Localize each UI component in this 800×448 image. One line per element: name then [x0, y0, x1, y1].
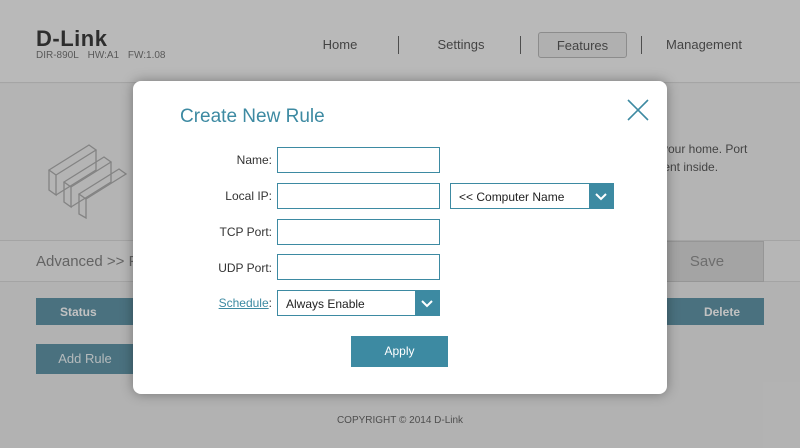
schedule-select[interactable]: Always Enable	[277, 290, 440, 316]
close-icon	[627, 99, 649, 121]
close-button[interactable]	[625, 97, 651, 123]
local-ip-field[interactable]	[277, 183, 440, 209]
chevron-down-icon	[589, 184, 613, 208]
computer-name-value: << Computer Name	[459, 190, 565, 204]
schedule-label: Schedule:	[219, 296, 272, 310]
dialog-title: Create New Rule	[180, 106, 325, 127]
chevron-down-icon	[415, 291, 439, 315]
udp-port-label: UDP Port:	[218, 261, 272, 275]
udp-port-field[interactable]	[277, 254, 440, 280]
create-rule-dialog: Create New Rule Name: Local IP: << Compu…	[133, 81, 667, 394]
schedule-value: Always Enable	[286, 297, 365, 311]
tcp-port-field[interactable]	[277, 219, 440, 245]
apply-button[interactable]: Apply	[351, 336, 448, 367]
schedule-colon: :	[268, 296, 272, 310]
schedule-link[interactable]: Schedule	[219, 296, 269, 310]
tcp-port-label: TCP Port:	[219, 225, 272, 239]
computer-name-select[interactable]: << Computer Name	[450, 183, 614, 209]
name-field[interactable]	[277, 147, 440, 173]
local-ip-label: Local IP:	[225, 189, 272, 203]
name-label: Name:	[236, 153, 272, 167]
